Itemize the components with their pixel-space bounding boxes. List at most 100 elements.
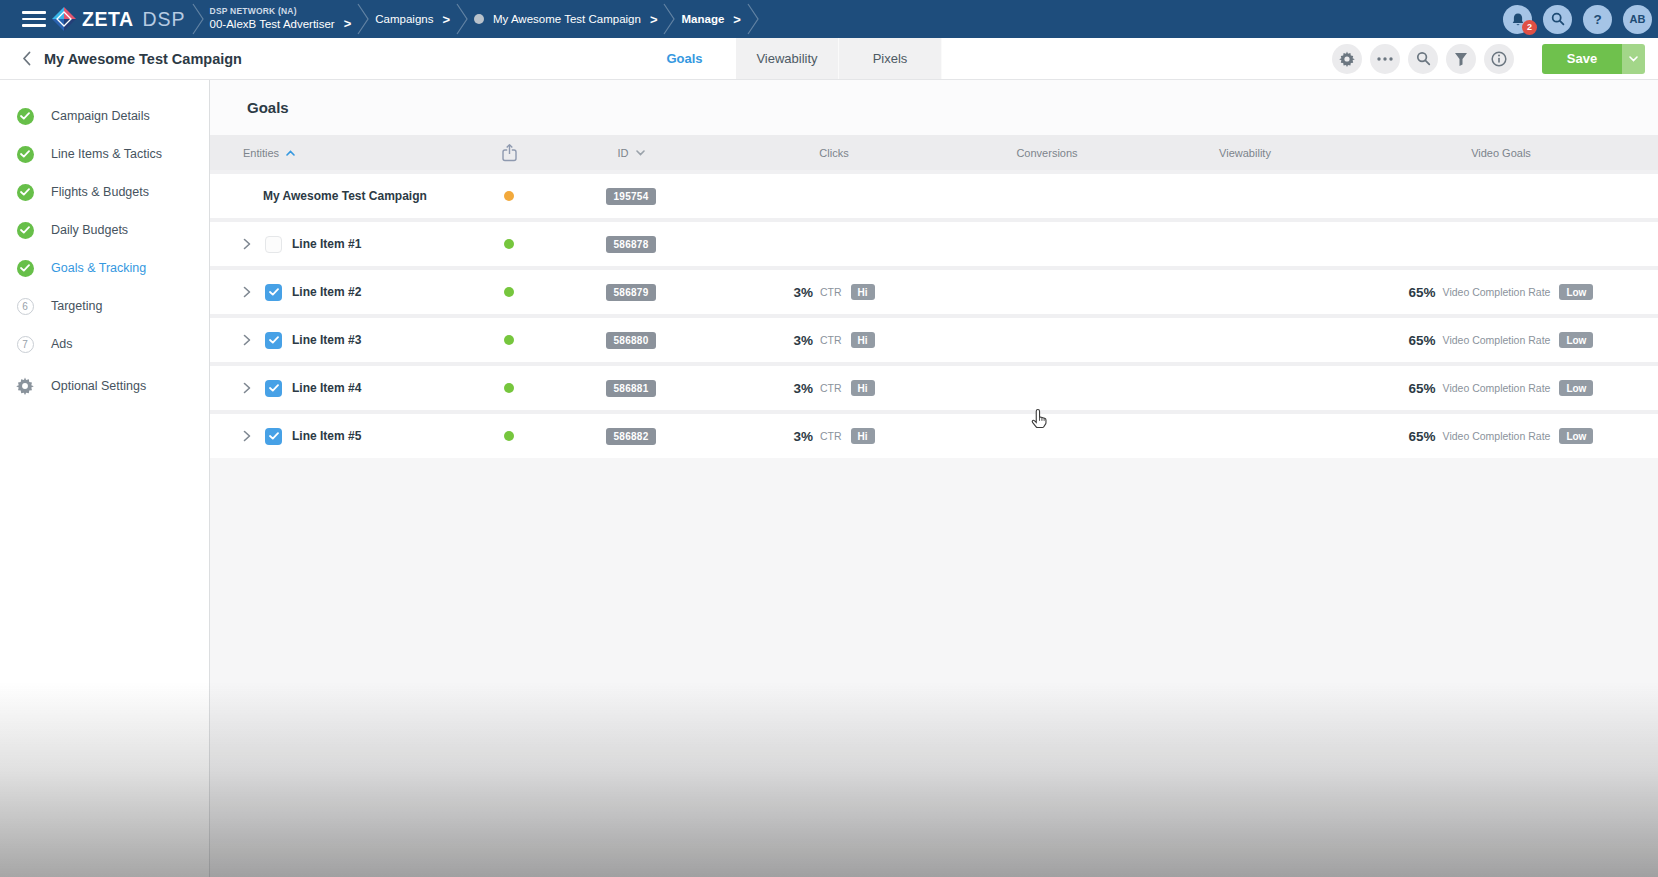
breadcrumb-item[interactable]: DSP NETWORK (NA)00-AlexB Test Advertiser… [206,6,356,33]
expand-chevron-icon[interactable] [243,238,253,250]
gear-icon [1339,51,1355,67]
status-dot [504,287,514,297]
filter-button[interactable] [1446,44,1476,74]
more-options-button[interactable] [1370,44,1400,74]
row-checkbox[interactable] [265,428,282,445]
sidebar-item-daily-budgets[interactable]: Daily Budgets [0,211,209,249]
column-conversions[interactable]: Conversions [965,147,1129,159]
goal-level-badge: Low [1559,380,1593,396]
step-number-icon: 7 [16,335,34,353]
status-dot [504,335,514,345]
row-checkbox[interactable] [265,236,282,253]
chevron-right-icon: > [442,12,450,27]
breadcrumb-separator [454,0,470,38]
save-dropdown-button[interactable] [1622,44,1645,74]
notification-badge: 2 [1522,20,1537,35]
table-row[interactable]: Line Item #5 586882 3%CTRHi 65%Video Com… [210,414,1658,458]
breadcrumb-separator [661,0,677,38]
tab-viewability[interactable]: Viewability [736,38,839,79]
sidebar-item-optional-settings[interactable]: Optional Settings [0,367,209,405]
column-share[interactable] [459,143,559,162]
global-search-button[interactable] [1543,5,1572,34]
expand-chevron-icon[interactable] [243,286,253,298]
avatar-initials: AB [1630,13,1646,25]
expand-chevron-icon[interactable] [243,382,253,394]
sort-asc-icon [286,150,295,156]
entity-name: Line Item #2 [292,285,361,299]
expand-chevron-icon[interactable] [243,430,253,442]
chevron-right-icon: > [733,12,741,27]
help-button[interactable]: ? [1583,5,1612,34]
sidebar-item-campaign-details[interactable]: Campaign Details [0,97,209,135]
search-button[interactable] [1408,44,1438,74]
table-row[interactable]: Line Item #4 586881 3%CTRHi 65%Video Com… [210,366,1658,410]
check-circle-icon [16,107,34,125]
top-nav: ZETA DSP DSP NETWORK (NA)00-AlexB Test A… [0,0,1658,38]
brand-dsp: DSP [142,8,185,31]
status-dot [504,191,514,201]
sort-desc-icon [636,150,645,156]
id-badge: 586879 [606,284,655,301]
search-icon [1416,51,1431,66]
table-row[interactable]: Line Item #2 586879 3%CTRHi 65%Video Com… [210,270,1658,314]
tab-goals[interactable]: Goals [633,38,736,79]
sidebar: Campaign DetailsLine Items & TacticsFlig… [0,80,210,877]
clicks-goal-cell: 3%CTRHi [703,332,965,348]
tab-pixels[interactable]: Pixels [839,38,942,79]
row-checkbox[interactable] [265,332,282,349]
table-row[interactable]: Line Item #3 586880 3%CTRHi 65%Video Com… [210,318,1658,362]
sidebar-item-flights-budgets[interactable]: Flights & Budgets [0,173,209,211]
video-goal-cell: 65%Video Completion RateLow [1361,380,1658,396]
goal-level-badge: Hi [851,380,875,396]
nav-actions: 2 ? AB [1503,5,1652,34]
column-id[interactable]: ID [559,147,703,159]
share-icon [501,143,518,162]
video-goal-cell: 65%Video Completion RateLow [1361,428,1658,444]
zeta-dsp-logo[interactable]: ZETA DSP [51,6,186,32]
filter-icon [1454,52,1468,66]
avatar[interactable]: AB [1623,5,1652,34]
back-chevron-icon [24,53,30,65]
sidebar-item-goals-tracking[interactable]: Goals & Tracking [0,249,209,287]
info-icon [1491,51,1507,67]
status-dot [504,431,514,441]
id-badge: 586881 [606,380,655,397]
column-entities[interactable]: Entities [210,147,459,159]
save-button[interactable]: Save [1542,44,1622,74]
notifications-button[interactable]: 2 [1503,5,1532,34]
menu-icon[interactable] [22,11,46,27]
info-button[interactable] [1484,44,1514,74]
id-badge: 195754 [606,188,655,205]
id-badge: 586880 [606,332,655,349]
sidebar-item-targeting[interactable]: 6Targeting [0,287,209,325]
table-row[interactable]: Line Item #1 586878 [210,222,1658,266]
expand-chevron-icon[interactable] [243,334,253,346]
column-video-goals[interactable]: Video Goals [1361,147,1658,159]
breadcrumb-item[interactable]: Campaigns> [371,12,454,27]
tab-bar: GoalsViewabilityPixels [633,38,942,79]
column-clicks[interactable]: Clicks [703,147,965,159]
entity-name: Line Item #1 [292,237,361,251]
chevron-down-icon [1629,56,1638,62]
breadcrumb-item[interactable]: My Awesome Test Campaign> [470,12,661,27]
column-viewability[interactable]: Viewability [1129,147,1361,159]
section-title: Goals [210,80,1658,135]
table-body: My Awesome Test Campaign 195754 Line Ite… [210,170,1658,458]
goal-level-badge: Low [1559,284,1593,300]
sidebar-item-ads[interactable]: 7Ads [0,325,209,363]
row-checkbox[interactable] [265,380,282,397]
zeta-diamond-icon [51,6,77,32]
video-goal-cell: 65%Video Completion RateLow [1361,284,1658,300]
goal-level-badge: Hi [851,284,875,300]
back-button[interactable] [16,49,36,69]
entity-name: Line Item #3 [292,333,361,347]
brand-zeta: ZETA [82,8,133,31]
table-row[interactable]: My Awesome Test Campaign 195754 [210,174,1658,218]
video-goal-cell: 65%Video Completion RateLow [1361,332,1658,348]
row-checkbox[interactable] [265,284,282,301]
step-number-icon: 6 [16,297,34,315]
breadcrumb-item[interactable]: Manage> [677,12,744,27]
sidebar-item-line-items-tactics[interactable]: Line Items & Tactics [0,135,209,173]
settings-button[interactable] [1332,44,1362,74]
goal-level-badge: Hi [851,428,875,444]
